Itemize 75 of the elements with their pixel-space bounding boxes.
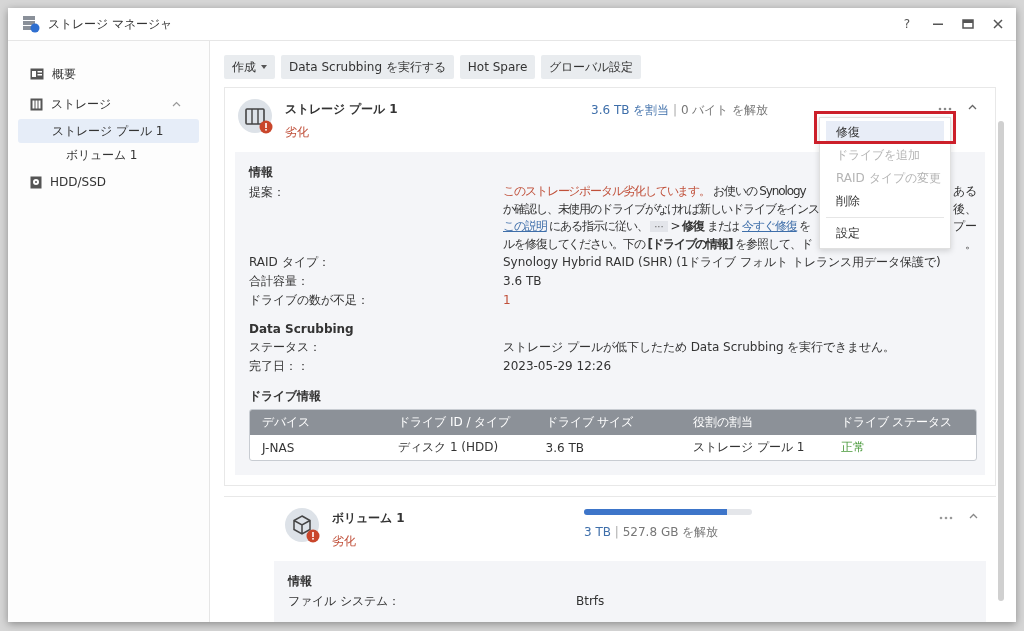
field-label: 提案： [249, 184, 286, 201]
column-header: 役割の割当 [692, 414, 755, 431]
field-value: 1 [503, 292, 511, 309]
sidebar-label: ストレージ [51, 95, 111, 113]
pool-name: ストレージ プール 1 [285, 101, 399, 118]
more-icon[interactable] [938, 107, 952, 111]
chevron-up-icon[interactable] [968, 104, 977, 110]
allocated-text: 3.6 TB を割当 [591, 103, 670, 117]
window-title: ストレージ マネージャ [48, 15, 172, 33]
suggestion-text: か確認し、未使用のドライブがなければ新しいドライブをインス [503, 200, 820, 218]
divider-text: | [614, 525, 619, 539]
field-value: ストレージ プールが低下したため Data Scrubbing を実行できません。 [503, 339, 896, 356]
toolbar-button[interactable]: Data Scrubbing を実行する [281, 55, 454, 79]
overview-icon [30, 68, 44, 80]
table-cell-text: ストレージ プール 1 [692, 439, 806, 456]
used-text: 3 TB [584, 525, 611, 539]
help-button[interactable]: ? [899, 17, 914, 31]
suggestion-text: この説明 にある指示に従い、 ··· > 修復 または 今すぐ修復 を [503, 218, 811, 235]
status-text: 劣化 [332, 533, 357, 550]
column-header: ドライブ ステータス [839, 414, 954, 431]
section-title: 情報 [288, 573, 312, 590]
field-value: 3.6 TB [503, 273, 542, 290]
suggestion-text: 後、 [953, 200, 977, 218]
field-value: 2023-05-29 12:26 [503, 358, 612, 375]
free-text: 527.8 GB を解放 [622, 525, 719, 539]
field-label: 合計容量： [249, 273, 310, 290]
sidebar-label: 概要 [52, 65, 76, 83]
more-icon[interactable] [939, 516, 953, 520]
chevron-up-icon[interactable] [172, 101, 181, 107]
sidebar-item[interactable]: 概要 [16, 59, 201, 89]
close-icon[interactable] [992, 18, 1004, 30]
menu-item[interactable]: 設定 [826, 217, 944, 245]
suggestion-text: ルを修復してください。下の [ドライブの情報] を参照して、ド [503, 235, 812, 253]
field-value: Synology Hybrid RAID (SHR) (1ドライブ フォルト トレランス用データ保護で) [503, 254, 941, 271]
section-title: 情報 [249, 164, 273, 181]
divider-text: | [673, 103, 678, 117]
field-label: RAID タイプ： [249, 254, 331, 271]
suggestion-text: 。 [965, 235, 977, 253]
sidebar-item[interactable]: ボリューム 1 [18, 143, 199, 167]
table-cell-text: ディスク 1 (HDD) [397, 439, 500, 456]
suggestion-text: このストレージポータル劣化しています。 お使いの Synology [503, 183, 806, 200]
volume-name: ボリューム 1 [332, 510, 406, 527]
table-cell-text: 正常 [839, 439, 866, 456]
sidebar-item[interactable]: ストレージ プール 1 [18, 119, 199, 143]
field-label: 完了日：： [249, 358, 310, 375]
sidebar-label: HDD/SSD [50, 175, 107, 189]
help-link[interactable]: 今すぐ修復 [742, 219, 797, 233]
chevron-up-icon[interactable] [969, 513, 978, 519]
menu-item[interactable]: 削除 [826, 190, 944, 213]
status-text: 劣化 [285, 124, 310, 141]
section-title: ドライブ情報 [249, 388, 321, 405]
scrollbar[interactable] [998, 121, 1004, 601]
storage-manager-icon [22, 15, 40, 33]
column-header: ドライブ ID / タイプ [397, 414, 512, 431]
field-value: Btrfs [576, 593, 605, 610]
toolbar-button[interactable]: Hot Spare [459, 55, 536, 79]
suggestion-text: プー [953, 218, 977, 235]
help-link[interactable]: この説明 [503, 219, 547, 233]
free-text: 0 バイト を解放 [681, 103, 769, 117]
section-title: Data Scrubbing [249, 322, 354, 336]
storage-icon [30, 97, 43, 111]
sidebar-item[interactable]: ストレージ [16, 89, 201, 119]
column-header: デバイス [261, 414, 311, 431]
field-label: ドライブの数が不足： [249, 292, 370, 309]
table-cell-text: 3.6 TB [544, 440, 586, 455]
column-header: ドライブ サイズ [544, 414, 635, 431]
field-label: ステータス： [249, 339, 322, 356]
suggestion-text: ある [953, 183, 977, 200]
toolbar-button[interactable]: グローバル設定 [541, 55, 642, 79]
maximize-icon[interactable] [962, 18, 974, 30]
table-cell-text: J-NAS [260, 440, 296, 455]
field-label: ファイル システム： [288, 593, 401, 610]
caret-icon [261, 65, 267, 69]
sidebar-item[interactable]: HDD/SSD [16, 167, 201, 197]
toolbar-button[interactable]: 作成 [224, 55, 275, 79]
